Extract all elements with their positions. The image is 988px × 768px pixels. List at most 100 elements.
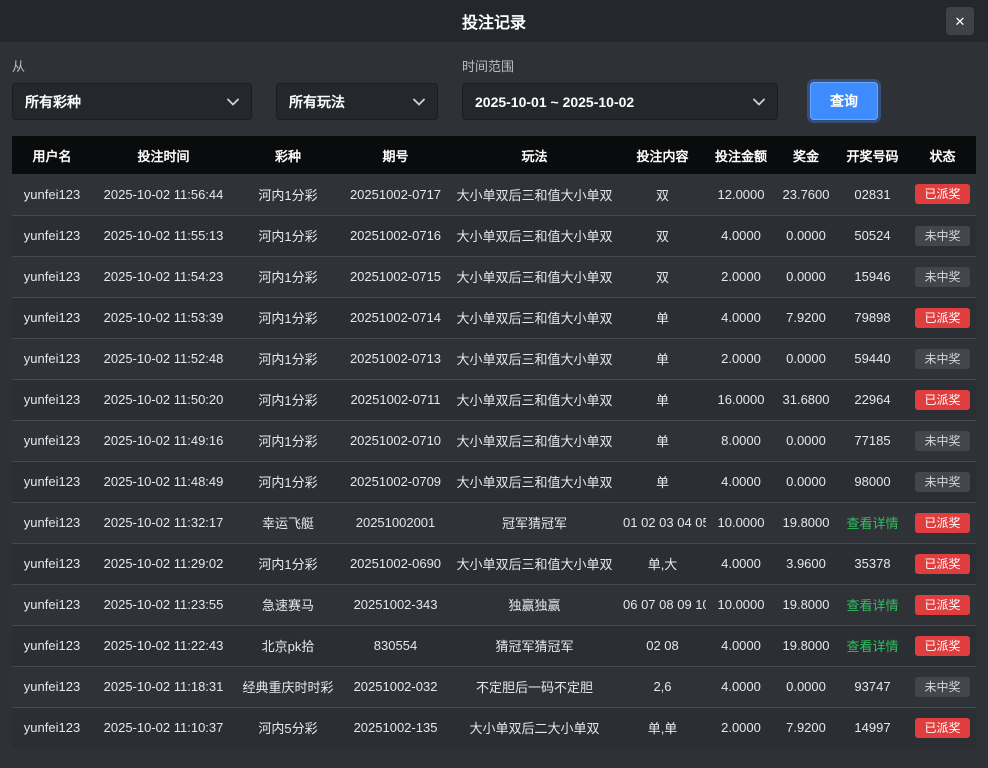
play-method-cell: 大小单双后三和值大小单双 <box>450 174 619 215</box>
play-method-cell: 大小单双后三和值大小单双 <box>450 338 619 379</box>
bet-content-cell: 单 <box>619 379 706 420</box>
close-icon: ✕ <box>955 15 966 28</box>
bet-time-cell: 2025-10-02 11:18:31 <box>92 666 235 707</box>
header-status: 状态 <box>909 136 976 174</box>
table-row: yunfei1232025-10-02 11:53:39河内1分彩2025100… <box>12 297 976 338</box>
play-method-cell: 大小单双后三和值大小单双 <box>450 297 619 338</box>
bet-amount-cell: 4.0000 <box>706 625 776 666</box>
status-cell: 未中奖 <box>909 461 976 502</box>
play-filter-group: 所有玩法 <box>276 83 438 120</box>
status-cell: 已派奖 <box>909 502 976 543</box>
play-method-cell: 大小单双后三和值大小单双 <box>450 215 619 256</box>
status-cell: 未中奖 <box>909 666 976 707</box>
play-method-cell: 大小单双后三和值大小单双 <box>450 256 619 297</box>
bet-time-cell: 2025-10-02 11:49:16 <box>92 420 235 461</box>
issue-number-cell: 20251002-0715 <box>341 256 450 297</box>
winning-numbers-cell: 14997 <box>836 707 909 748</box>
status-cell: 已派奖 <box>909 625 976 666</box>
issue-number-cell: 830554 <box>341 625 450 666</box>
view-details-link[interactable]: 查看详情 <box>846 516 898 531</box>
status-badge: 已派奖 <box>915 308 969 328</box>
table-row: yunfei1232025-10-02 11:22:43北京pk拾830554猜… <box>12 625 976 666</box>
table-row: yunfei1232025-10-02 11:23:55急速赛马20251002… <box>12 584 976 625</box>
bet-amount-cell: 2.0000 <box>706 707 776 748</box>
view-details-link[interactable]: 查看详情 <box>846 598 898 613</box>
date-range-select[interactable]: 2025-10-01 ~ 2025-10-02 <box>462 83 778 120</box>
play-method-select[interactable]: 所有玩法 <box>276 83 438 120</box>
lottery-type-select[interactable]: 所有彩种 <box>12 83 252 120</box>
username-cell: yunfei123 <box>12 379 92 420</box>
chevron-down-icon <box>753 98 765 106</box>
bet-content-cell: 单 <box>619 461 706 502</box>
close-button[interactable]: ✕ <box>946 7 974 35</box>
play-method-cell: 大小单双后二大小单双 <box>450 707 619 748</box>
status-cell: 已派奖 <box>909 584 976 625</box>
time-range-label: 时间范围 <box>462 56 778 75</box>
table-row: yunfei1232025-10-02 11:55:13河内1分彩2025100… <box>12 215 976 256</box>
bet-amount-cell: 8.0000 <box>706 420 776 461</box>
table-row: yunfei1232025-10-02 11:10:37河内5分彩2025100… <box>12 707 976 748</box>
prize-cell: 23.7600 <box>776 174 836 215</box>
username-cell: yunfei123 <box>12 707 92 748</box>
issue-number-cell: 20251002-135 <box>341 707 450 748</box>
bet-time-cell: 2025-10-02 11:54:23 <box>92 256 235 297</box>
header-play-method: 玩法 <box>450 136 619 174</box>
lottery-filter-group: 从 所有彩种 <box>12 56 252 120</box>
bet-amount-cell: 16.0000 <box>706 379 776 420</box>
bet-time-cell: 2025-10-02 11:52:48 <box>92 338 235 379</box>
lottery-type-cell: 河内1分彩 <box>235 461 341 502</box>
winning-numbers-cell: 查看详情 <box>836 584 909 625</box>
from-label: 从 <box>12 56 252 75</box>
status-badge: 未中奖 <box>915 267 969 287</box>
bet-content-cell: 单 <box>619 297 706 338</box>
bet-content-cell: 双 <box>619 256 706 297</box>
time-range-filter-group: 时间范围 2025-10-01 ~ 2025-10-02 <box>462 56 778 120</box>
table-row: yunfei1232025-10-02 11:52:48河内1分彩2025100… <box>12 338 976 379</box>
prize-cell: 19.8000 <box>776 625 836 666</box>
play-method-cell: 冠军猜冠军 <box>450 502 619 543</box>
table-row: yunfei1232025-10-02 11:56:44河内1分彩2025100… <box>12 174 976 215</box>
username-cell: yunfei123 <box>12 625 92 666</box>
prize-cell: 19.8000 <box>776 584 836 625</box>
header-bet-content: 投注内容 <box>619 136 706 174</box>
bet-content-cell: 单,单 <box>619 707 706 748</box>
lottery-type-cell: 河内5分彩 <box>235 707 341 748</box>
page-title: 投注记录 <box>462 9 526 33</box>
bet-time-cell: 2025-10-02 11:22:43 <box>92 625 235 666</box>
lottery-type-cell: 河内1分彩 <box>235 543 341 584</box>
records-table: 用户名 投注时间 彩种 期号 玩法 投注内容 投注金额 奖金 开奖号码 状态 y… <box>12 136 976 748</box>
prize-cell: 0.0000 <box>776 461 836 502</box>
header-bet-time: 投注时间 <box>92 136 235 174</box>
bet-amount-cell: 10.0000 <box>706 502 776 543</box>
status-cell: 未中奖 <box>909 256 976 297</box>
winning-numbers-cell: 查看详情 <box>836 502 909 543</box>
header-prize: 奖金 <box>776 136 836 174</box>
bet-amount-cell: 12.0000 <box>706 174 776 215</box>
filter-bar: 从 所有彩种 所有玩法 时间范围 2025-10-01 ~ 2025-10-02 <box>0 42 988 136</box>
issue-number-cell: 20251002-0709 <box>341 461 450 502</box>
status-badge: 已派奖 <box>915 636 969 656</box>
query-button[interactable]: 查询 <box>810 82 878 120</box>
status-cell: 已派奖 <box>909 297 976 338</box>
prize-cell: 7.9200 <box>776 707 836 748</box>
username-cell: yunfei123 <box>12 256 92 297</box>
winning-numbers-cell: 查看详情 <box>836 625 909 666</box>
play-method-cell: 猜冠军猜冠军 <box>450 625 619 666</box>
status-cell: 未中奖 <box>909 215 976 256</box>
username-cell: yunfei123 <box>12 666 92 707</box>
betting-records-modal: 投注记录 ✕ 从 所有彩种 所有玩法 时间范围 <box>0 0 988 768</box>
table-row: yunfei1232025-10-02 11:29:02河内1分彩2025100… <box>12 543 976 584</box>
winning-numbers-cell: 93747 <box>836 666 909 707</box>
winning-numbers-cell: 79898 <box>836 297 909 338</box>
table-body: yunfei1232025-10-02 11:56:44河内1分彩2025100… <box>12 174 976 748</box>
username-cell: yunfei123 <box>12 543 92 584</box>
status-badge: 未中奖 <box>915 677 969 697</box>
lottery-type-cell: 河内1分彩 <box>235 379 341 420</box>
modal-header: 投注记录 ✕ <box>0 0 988 42</box>
winning-numbers-cell: 22964 <box>836 379 909 420</box>
status-badge: 已派奖 <box>915 554 969 574</box>
table-row: yunfei1232025-10-02 11:50:20河内1分彩2025100… <box>12 379 976 420</box>
view-details-link[interactable]: 查看详情 <box>846 639 898 654</box>
bet-amount-cell: 4.0000 <box>706 543 776 584</box>
lottery-type-cell: 河内1分彩 <box>235 174 341 215</box>
